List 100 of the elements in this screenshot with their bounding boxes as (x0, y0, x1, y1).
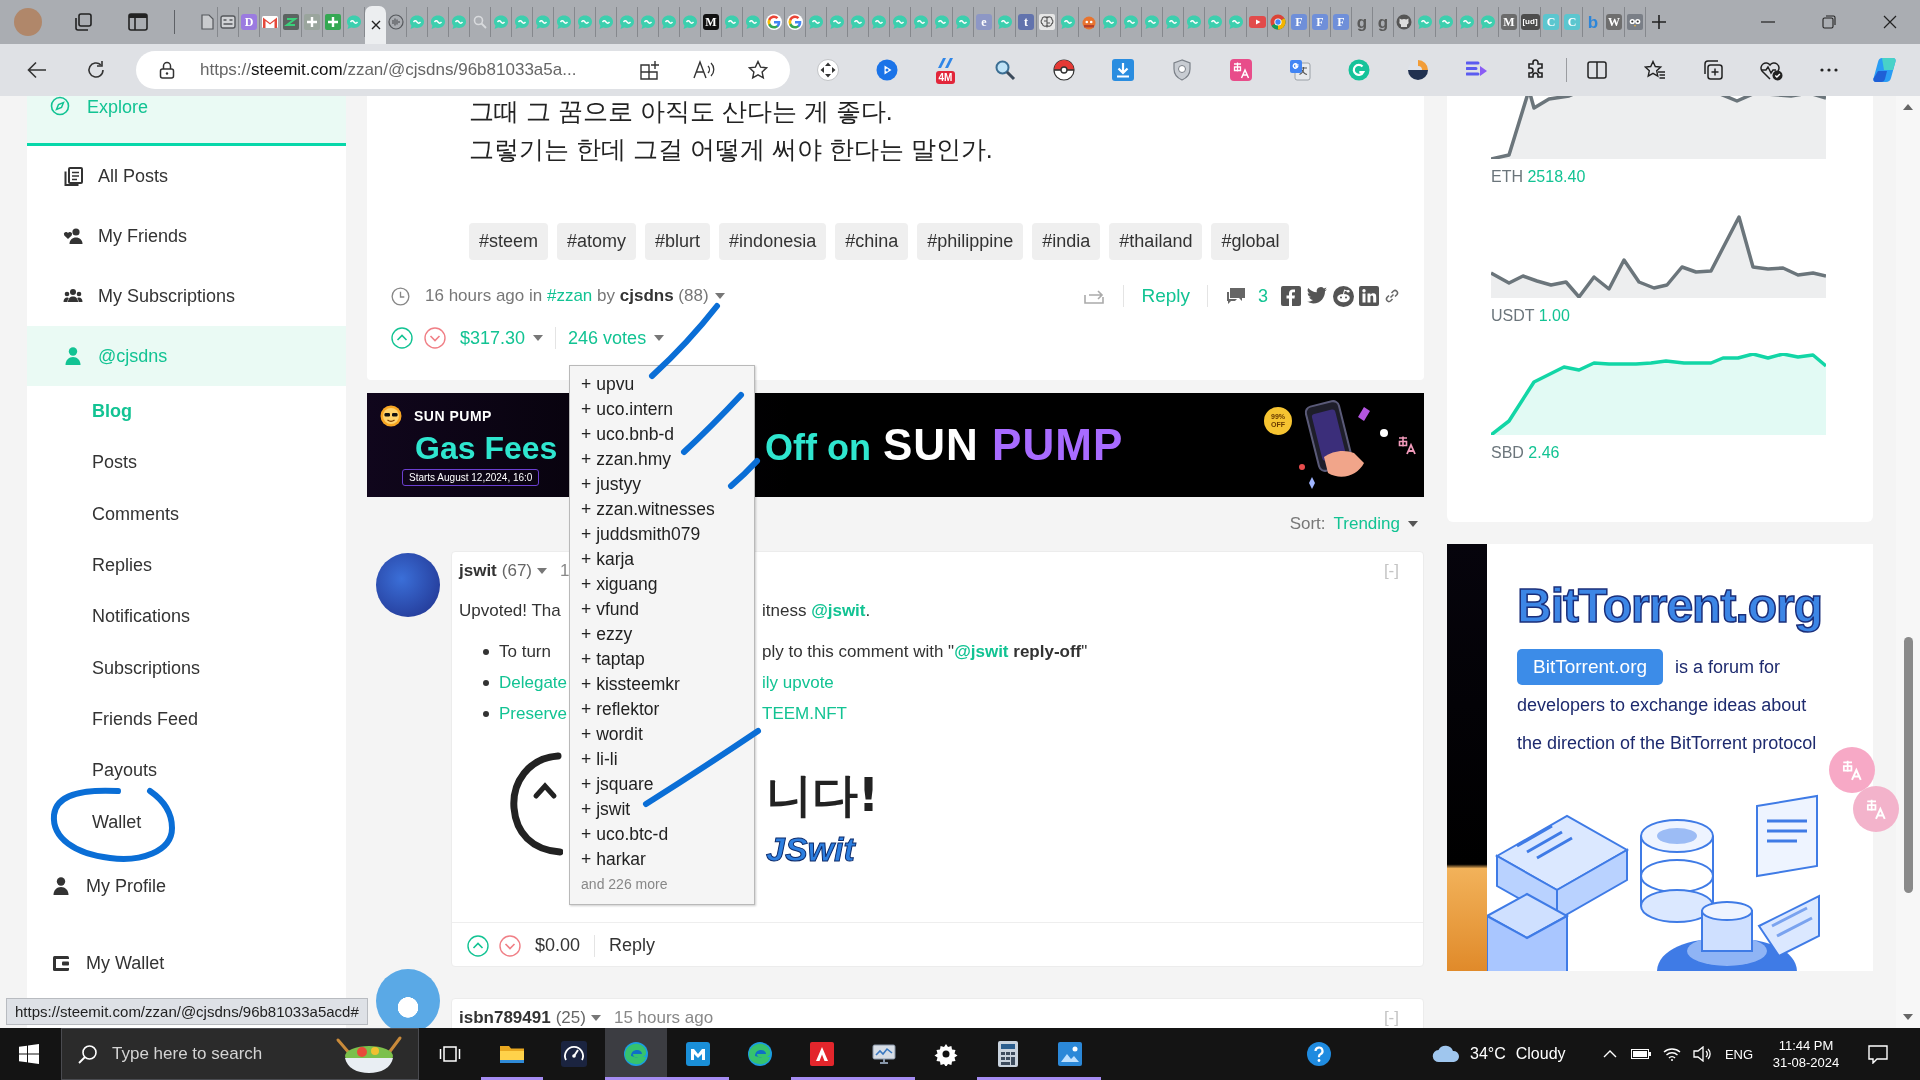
close-tab-icon[interactable] (370, 20, 381, 30)
scroll-up-icon[interactable] (1903, 104, 1913, 110)
voter-link[interactable]: + karja (581, 546, 755, 572)
browser-icon[interactable] (747, 1041, 773, 1067)
voter-link[interactable]: + kissteemkr (581, 671, 755, 697)
orb-icon[interactable] (1406, 59, 1429, 81)
voter-link[interactable]: + vfund (581, 596, 755, 622)
read-aloud-icon[interactable] (693, 60, 715, 80)
browser-tab[interactable] (1142, 7, 1163, 37)
linkedin-icon[interactable] (1359, 286, 1379, 306)
tag-link[interactable]: #steem (469, 223, 549, 260)
browser-tab[interactable] (932, 7, 953, 37)
split-screen-icon[interactable] (1587, 61, 1607, 79)
star-icon[interactable] (748, 60, 768, 80)
sidebar-item[interactable]: All Posts (27, 146, 346, 206)
link-icon[interactable] (1384, 287, 1400, 305)
browser-tab[interactable] (1163, 7, 1184, 37)
browser-tab[interactable] (1184, 7, 1205, 37)
browser-tab[interactable]: [ud] (1520, 7, 1541, 37)
sidebar-item[interactable]: My Friends (27, 206, 346, 266)
browser-tab[interactable] (512, 7, 533, 37)
browser-tab[interactable]: M (1499, 7, 1520, 37)
add-app-icon[interactable] (640, 60, 660, 80)
upvote-icon[interactable] (391, 327, 413, 349)
ball-icon[interactable] (1052, 59, 1075, 81)
voter-link[interactable]: + uco.intern (581, 396, 755, 422)
move-arrows-icon[interactable] (816, 59, 839, 81)
voter-link[interactable]: + li-li (581, 746, 755, 772)
playlist-icon[interactable] (1465, 61, 1488, 79)
sidebar-subitem[interactable]: Payouts (27, 745, 346, 797)
browser-icon[interactable] (623, 1041, 649, 1067)
monitor-icon[interactable] (871, 1042, 897, 1066)
browser-tab[interactable] (260, 7, 281, 37)
voter-link[interactable]: + wordit (581, 721, 755, 747)
lock-icon[interactable] (159, 61, 175, 79)
search-input[interactable]: Type here to search (112, 1042, 332, 1066)
browser-tab[interactable] (533, 7, 554, 37)
comment-author-link[interactable]: jswit (459, 561, 497, 581)
browser-tab[interactable] (386, 7, 407, 37)
voter-link[interactable]: + jsquare (581, 771, 755, 797)
help-icon[interactable] (1306, 1041, 1332, 1067)
voter-link[interactable]: + zzan.witnesses (581, 496, 755, 522)
browser-tab[interactable] (302, 7, 323, 37)
browser-tab[interactable] (1415, 7, 1436, 37)
sidebar-subitem[interactable]: Subscriptions (27, 642, 346, 694)
facebook-icon[interactable] (1281, 286, 1301, 306)
browser-tab[interactable] (575, 7, 596, 37)
browser-tab[interactable] (785, 7, 806, 37)
close-icon[interactable] (1882, 15, 1897, 29)
browser-tab[interactable] (953, 7, 974, 37)
browser-tab[interactable] (764, 7, 785, 37)
voter-link[interactable]: + jswit (581, 796, 755, 822)
address-field[interactable]: https://steemit.com/zzan/@cjsdns/96b81033a5a... (136, 51, 790, 89)
tag-link[interactable]: #atomy (557, 223, 637, 260)
browser-tab[interactable] (848, 7, 869, 37)
speaker-icon[interactable] (1693, 1046, 1711, 1062)
tag-link[interactable]: #global (1211, 223, 1290, 260)
collections-icon[interactable] (1702, 59, 1724, 81)
task-view-icon[interactable] (439, 1044, 461, 1064)
search-bar[interactable]: Type here to search (61, 1028, 419, 1080)
downvote-icon[interactable] (424, 327, 446, 349)
browser-tab[interactable] (554, 7, 575, 37)
stacked-squares-icon[interactable] (72, 12, 93, 32)
upvote-icon[interactable] (467, 934, 489, 957)
tag-link[interactable]: #china (835, 223, 909, 260)
app-tile-icon[interactable] (810, 1042, 834, 1066)
browser-tab[interactable] (869, 7, 890, 37)
voter-link[interactable]: + zzan.hmy (581, 446, 755, 472)
browser-tab[interactable] (323, 7, 344, 37)
more-icon[interactable] (1820, 68, 1838, 72)
browser-tab[interactable] (995, 7, 1016, 37)
restore-icon[interactable] (1821, 15, 1836, 29)
calculator-icon[interactable] (998, 1041, 1018, 1067)
browser-tab[interactable]: M (701, 7, 722, 37)
new-tab-plus-icon[interactable] (1651, 14, 1667, 30)
browser-tab[interactable] (1625, 7, 1646, 37)
scroll-thumb[interactable] (1903, 637, 1913, 893)
image-tile-icon[interactable] (1058, 1042, 1082, 1066)
browser-tab[interactable] (1205, 7, 1226, 37)
browser-tab[interactable]: t (1016, 7, 1037, 37)
heart-pulse-icon[interactable] (1759, 59, 1783, 81)
g-circle-icon[interactable] (1347, 59, 1370, 81)
play-circle-icon[interactable] (875, 59, 898, 81)
downvote-icon[interactable] (499, 934, 521, 957)
language-indicator[interactable]: ENG (1717, 1028, 1761, 1080)
browser-tab[interactable] (806, 7, 827, 37)
folder-icon[interactable] (499, 1043, 525, 1065)
voter-link[interactable]: + xiguang (581, 571, 755, 597)
voter-link[interactable]: + reflektor (581, 696, 755, 722)
browser-tab[interactable] (596, 7, 617, 37)
twitter-icon[interactable] (1306, 286, 1328, 306)
windows-logo-icon[interactable] (19, 1044, 39, 1064)
browser-tab[interactable] (617, 7, 638, 37)
browser-tab[interactable] (890, 7, 911, 37)
ad-panel[interactable]: BitTorrent.org BitTorrent.org is a forum for developers to exchange ideas about the direction of the BitTorrent protocol (1447, 544, 1873, 971)
browser-tab[interactable] (449, 7, 470, 37)
voter-link[interactable]: + taptap (581, 646, 755, 672)
settings-icon[interactable] (934, 1042, 958, 1066)
tag-link[interactable]: #thailand (1109, 223, 1203, 260)
browser-tab[interactable] (407, 7, 428, 37)
